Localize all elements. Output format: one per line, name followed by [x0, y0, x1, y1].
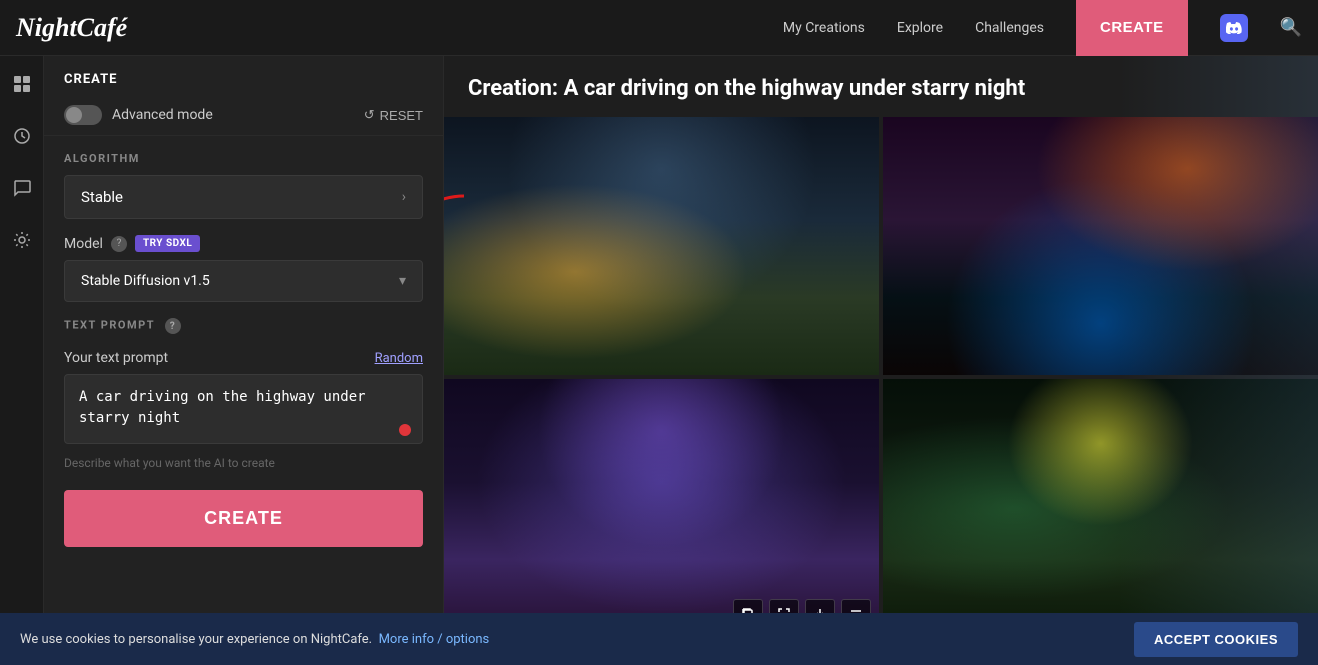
control-panel: CREATE Advanced mode ↺ RESET ALGORITHM S… [44, 56, 444, 665]
model-help-icon[interactable]: ? [111, 236, 127, 252]
advanced-mode-toggle[interactable] [64, 105, 102, 125]
model-chevron-down-icon: ▾ [399, 273, 406, 289]
prompt-header-row: Your text prompt Random [64, 350, 423, 366]
cookie-more-info-link[interactable]: More info / options [379, 632, 490, 647]
chevron-right-icon: › [402, 189, 406, 205]
image-cell-3[interactable] [444, 379, 879, 637]
advanced-mode-label: Advanced mode [112, 107, 213, 123]
random-link[interactable]: Random [375, 351, 423, 366]
model-select-dropdown[interactable]: Stable Diffusion v1.5 ▾ [64, 260, 423, 302]
content-title: Creation: A car driving on the highway u… [444, 56, 1318, 117]
topnav: NightCafé My Creations Explore Challenge… [0, 0, 1318, 56]
nav-links: My Creations Explore Challenges CREATE 🔍 [783, 0, 1302, 56]
model-row: Model ? TRY SDXL [64, 235, 423, 252]
content-area: Creation: A car driving on the highway u… [444, 56, 1318, 665]
create-main-button[interactable]: CREATE [64, 490, 423, 547]
text-prompt-section-label: TEXT PROMPT ? [64, 318, 423, 334]
logo: NightCafé [16, 13, 127, 43]
panel-header: CREATE [44, 56, 443, 95]
model-label: Model [64, 236, 103, 252]
reset-icon: ↺ [364, 107, 375, 123]
reset-label: RESET [380, 108, 423, 123]
accept-cookies-button[interactable]: ACCEPT COOKIES [1134, 622, 1298, 657]
recording-dot [399, 424, 411, 436]
main-layout: CREATE Advanced mode ↺ RESET ALGORITHM S… [0, 56, 1318, 665]
sidebar-grid-icon[interactable] [6, 68, 38, 100]
sidebar-history-icon[interactable] [6, 120, 38, 152]
nav-my-creations[interactable]: My Creations [783, 20, 865, 36]
icon-sidebar [0, 56, 44, 665]
image-grid [444, 117, 1318, 641]
search-icon[interactable]: 🔍 [1280, 17, 1302, 38]
sidebar-chat-icon[interactable] [6, 172, 38, 204]
cookie-banner: We use cookies to personalise your exper… [0, 613, 1318, 665]
algorithm-dropdown[interactable]: Stable › [64, 175, 423, 219]
image-cell-2[interactable] [883, 117, 1318, 375]
prompt-hint: Describe what you want the AI to create [64, 456, 423, 470]
prompt-textarea[interactable]: A car driving on the highway under starr… [64, 374, 423, 444]
try-sdxl-badge[interactable]: TRY SDXL [135, 235, 200, 252]
image-cell-1[interactable] [444, 117, 879, 375]
discord-icon[interactable] [1220, 14, 1248, 42]
sidebar-settings-icon[interactable] [6, 224, 38, 256]
cookie-message: We use cookies to personalise your exper… [20, 632, 489, 647]
reset-button[interactable]: ↺ RESET [364, 107, 423, 123]
algorithm-value: Stable [81, 188, 123, 206]
prompt-input-wrapper: A car driving on the highway under starr… [64, 374, 423, 448]
prompt-help-icon[interactable]: ? [165, 318, 181, 334]
nav-create-button[interactable]: CREATE [1076, 0, 1188, 56]
algorithm-section-label: ALGORITHM [64, 152, 423, 165]
nav-challenges[interactable]: Challenges [975, 20, 1044, 36]
advanced-mode-row: Advanced mode ↺ RESET [44, 95, 443, 136]
nav-explore[interactable]: Explore [897, 20, 943, 36]
your-text-prompt-label: Your text prompt [64, 350, 168, 366]
model-value: Stable Diffusion v1.5 [81, 273, 210, 289]
image-cell-4[interactable] [883, 379, 1318, 637]
panel-content: ALGORITHM Stable › Model ? TRY SDXL Stab… [44, 152, 443, 567]
